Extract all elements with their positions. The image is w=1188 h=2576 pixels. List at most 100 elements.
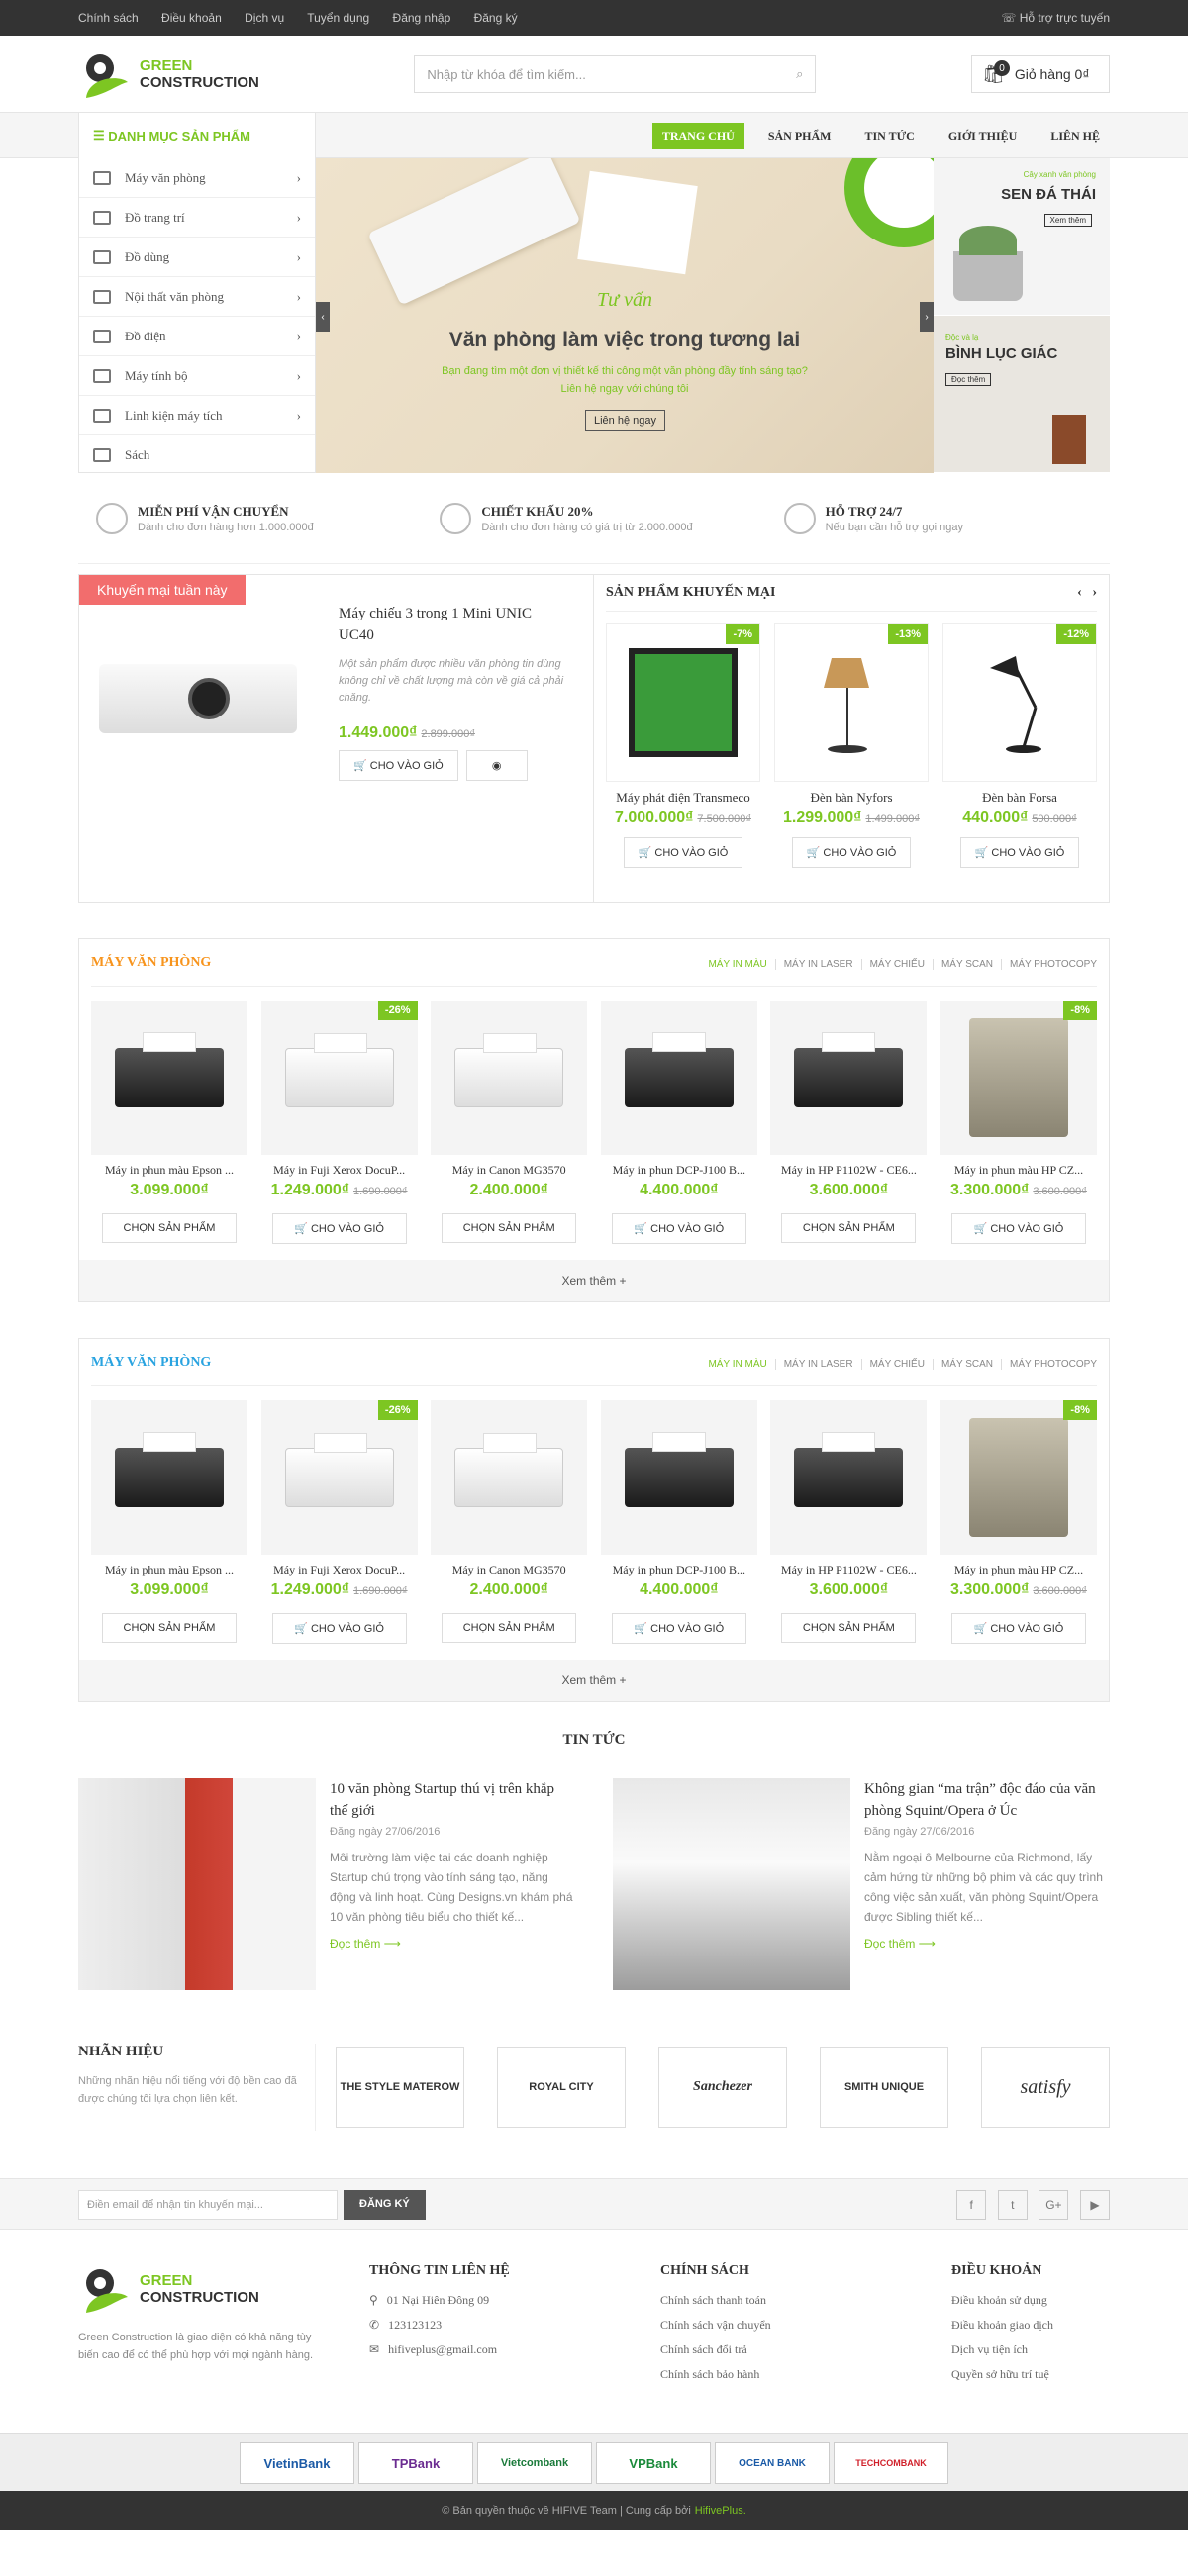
product-action-button[interactable]: 🛒 CHO VÀO GIỎ: [271, 1613, 407, 1644]
block-tab[interactable]: MÁY SCAN: [932, 959, 994, 970]
product-image[interactable]: -26%: [260, 1400, 418, 1555]
product-image[interactable]: -13%: [774, 623, 929, 782]
product-action-button[interactable]: 🛒 CHO VÀO GIỎ: [611, 1213, 746, 1244]
brand-logo[interactable]: THE STYLE MATEROW: [336, 2047, 464, 2128]
top-link[interactable]: Tuyển dụng: [307, 11, 369, 25]
add-to-cart-button[interactable]: 🛒 CHO VÀO GIỎ: [623, 837, 743, 868]
read-more-link[interactable]: Đọc thêm ⟶: [864, 1937, 1110, 1951]
product-image[interactable]: [770, 1400, 928, 1555]
footer-link[interactable]: Chính sách vận chuyển: [660, 2318, 908, 2333]
product-action-button[interactable]: 🛒 CHO VÀO GIỎ: [271, 1213, 407, 1244]
projector-image[interactable]: [99, 664, 297, 733]
product-action-button[interactable]: CHỌN SẢN PHẨM: [442, 1213, 577, 1243]
category-toggle[interactable]: ☰ DANH MỤC SẢN PHẨM: [78, 113, 316, 158]
product-name[interactable]: Máy in phun DCP-J100 B...: [601, 1563, 757, 1577]
product-image[interactable]: [600, 1400, 757, 1555]
product-image[interactable]: [600, 1001, 757, 1155]
view-more-button[interactable]: Xem thêm +: [79, 1260, 1109, 1301]
block-tab[interactable]: MÁY IN MÀU: [700, 1359, 766, 1370]
product-action-button[interactable]: CHỌN SẢN PHẨM: [442, 1613, 577, 1643]
logo[interactable]: GREEN CONSTRUCTION: [78, 48, 259, 100]
banner-button[interactable]: Đọc thêm: [945, 373, 992, 386]
product-image[interactable]: -7%: [606, 623, 760, 782]
product-name[interactable]: Máy in Fuji Xerox DocuP...: [261, 1563, 418, 1577]
block-tab[interactable]: MÁY CHIẾU: [860, 1359, 925, 1370]
banner-succulent[interactable]: Cây xanh văn phòng SEN ĐÁ THÁI Xem thêm: [934, 158, 1110, 316]
product-action-button[interactable]: CHỌN SẢN PHẨM: [781, 1613, 917, 1643]
product-action-button[interactable]: 🛒 CHO VÀO GIỎ: [950, 1213, 1086, 1244]
footer-link[interactable]: Quyền sở hữu trí tuệ: [951, 2367, 1110, 2382]
sidebar-item[interactable]: Đồ điện ›: [79, 317, 315, 356]
youtube-icon[interactable]: ▶: [1080, 2190, 1110, 2220]
brand-logo[interactable]: satisfy: [981, 2047, 1110, 2128]
sidebar-item[interactable]: Nội thất văn phòng ›: [79, 277, 315, 317]
menu-item-home[interactable]: TRANG CHỦ: [651, 122, 744, 149]
product-image[interactable]: [91, 1400, 248, 1555]
brand-logo[interactable]: ROYAL CITY: [497, 2047, 626, 2128]
product-action-button[interactable]: 🛒 CHO VÀO GIỎ: [950, 1613, 1086, 1644]
product-image[interactable]: -8%: [940, 1400, 1097, 1555]
google-plus-icon[interactable]: G+: [1039, 2190, 1069, 2220]
product-name[interactable]: Máy in phun màu Epson ...: [91, 1163, 248, 1178]
footer-link[interactable]: Dịch vụ tiện ích: [951, 2342, 1110, 2357]
product-name[interactable]: Máy in phun DCP-J100 B...: [601, 1163, 757, 1178]
product-image[interactable]: [91, 1001, 248, 1155]
block-tab[interactable]: MÁY IN LASER: [774, 959, 853, 970]
product-action-button[interactable]: CHỌN SẢN PHẨM: [102, 1613, 237, 1643]
menu-item-news[interactable]: TIN TỨC: [855, 123, 925, 149]
sidebar-item[interactable]: Đồ trang trí ›: [79, 198, 315, 238]
menu-item-products[interactable]: SẢN PHẨM: [758, 123, 842, 149]
weekly-product-name[interactable]: Máy chiếu 3 trong 1 Mini UNIC UC40: [339, 603, 566, 646]
product-name[interactable]: Máy in phun màu HP CZ...: [940, 1563, 1097, 1577]
block-tab[interactable]: MÁY CHIẾU: [860, 959, 925, 970]
view-more-button[interactable]: Xem thêm +: [79, 1660, 1109, 1701]
twitter-icon[interactable]: t: [997, 2190, 1028, 2220]
product-name[interactable]: Đèn bàn Nyfors: [774, 790, 929, 806]
product-image[interactable]: -8%: [940, 1001, 1097, 1155]
search-input[interactable]: Nhập từ khóa để tìm kiếm... ⌕: [414, 55, 817, 93]
product-name[interactable]: Máy in phun màu Epson ...: [91, 1563, 248, 1577]
product-name[interactable]: Máy in HP P1102W - CE6...: [770, 1563, 927, 1577]
news-headline[interactable]: 10 văn phòng Startup thú vị trên khắp th…: [330, 1778, 575, 1822]
search-icon[interactable]: ⌕: [796, 66, 803, 82]
banner-button[interactable]: Xem thêm: [1043, 214, 1092, 227]
product-name[interactable]: Máy phát điện Transmeco: [606, 790, 760, 806]
add-to-cart-button[interactable]: 🛒 CHO VÀO GIỎ: [339, 750, 458, 781]
product-image[interactable]: [431, 1400, 588, 1555]
block-tab[interactable]: MÁY IN MÀU: [700, 959, 766, 970]
product-action-button[interactable]: CHỌN SẢN PHẨM: [781, 1213, 917, 1243]
menu-item-about[interactable]: GIỚI THIỆU: [939, 123, 1027, 149]
product-action-button[interactable]: CHỌN SẢN PHẨM: [102, 1213, 237, 1243]
copyright-link[interactable]: HifivePlus.: [695, 2505, 746, 2517]
sidebar-item[interactable]: Sách: [79, 435, 315, 475]
top-link[interactable]: Đăng nhập: [393, 11, 451, 25]
chevron-right-icon[interactable]: ›: [1092, 585, 1097, 600]
block-tab[interactable]: MÁY IN LASER: [774, 1359, 853, 1370]
footer-link[interactable]: Chính sách bảo hành: [660, 2367, 908, 2382]
product-name[interactable]: Máy in Fuji Xerox DocuP...: [261, 1163, 418, 1178]
banner-vase[interactable]: Độc và lạ BÌNH LỤC GIÁC Đọc thêm: [934, 316, 1110, 473]
footer-link[interactable]: Điều khoản giao dịch: [951, 2318, 1110, 2333]
brand-logo[interactable]: Sanchezer: [658, 2047, 787, 2128]
chevron-left-icon[interactable]: ‹: [1077, 585, 1082, 600]
facebook-icon[interactable]: f: [956, 2190, 987, 2220]
news-image[interactable]: [613, 1778, 850, 1990]
top-link[interactable]: Đăng ký: [474, 11, 518, 25]
slider-cta-button[interactable]: Liên hệ ngay: [585, 410, 665, 431]
product-image[interactable]: -26%: [260, 1001, 418, 1155]
footer-link[interactable]: Điều khoản sử dụng: [951, 2293, 1110, 2308]
footer-logo[interactable]: GREEN CONSTRUCTION: [78, 2263, 326, 2315]
product-name[interactable]: Máy in Canon MG3570: [431, 1563, 587, 1577]
news-headline[interactable]: Không gian “ma trận” độc đáo của văn phò…: [864, 1778, 1110, 1822]
product-name[interactable]: Đèn bàn Forsa: [942, 790, 1097, 806]
brand-logo[interactable]: SMITH UNIQUE: [820, 2047, 948, 2128]
menu-item-contact[interactable]: LIÊN HỆ: [1040, 123, 1110, 149]
product-action-button[interactable]: 🛒 CHO VÀO GIỎ: [611, 1613, 746, 1644]
footer-link[interactable]: Chính sách thanh toán: [660, 2293, 908, 2308]
product-name[interactable]: Máy in HP P1102W - CE6...: [770, 1163, 927, 1178]
product-image[interactable]: [431, 1001, 588, 1155]
sidebar-item[interactable]: Máy văn phòng ›: [79, 158, 315, 198]
sidebar-item[interactable]: Đồ dùng ›: [79, 238, 315, 277]
block-tab[interactable]: MÁY SCAN: [932, 1359, 994, 1370]
newsletter-email-input[interactable]: Điền email để nhận tin khuyến mại...: [78, 2190, 338, 2220]
